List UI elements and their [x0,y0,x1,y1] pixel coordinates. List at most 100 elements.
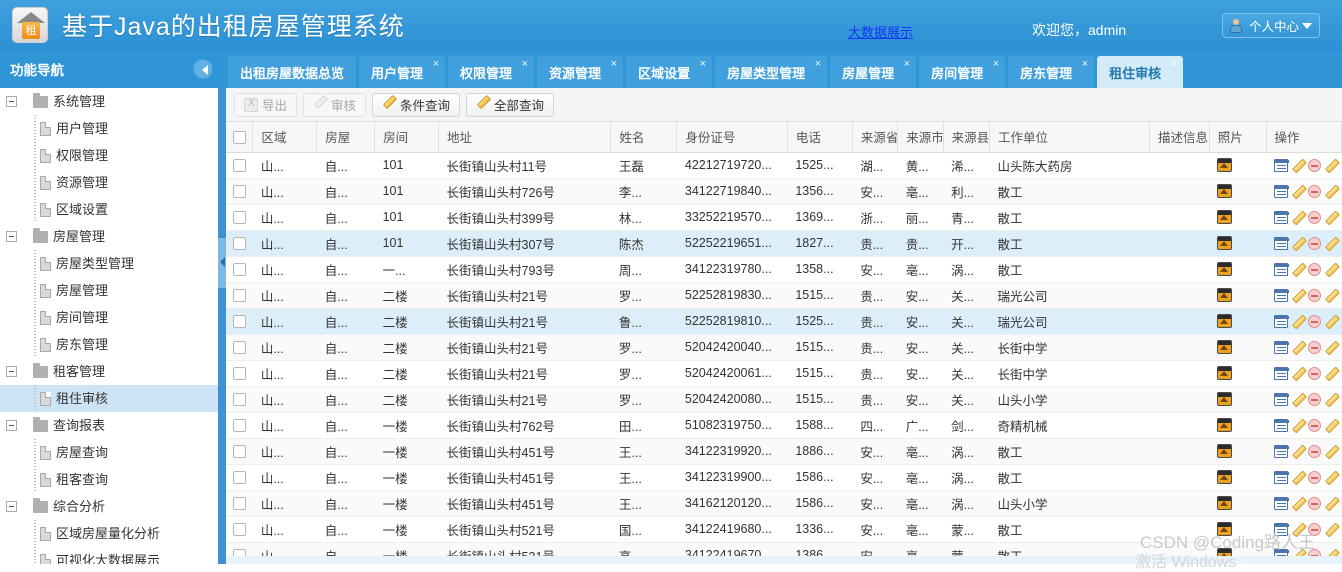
big-data-link[interactable]: 大数据展示 [848,22,913,41]
delete-icon[interactable] [1308,366,1322,380]
table-row[interactable]: 山... 自... 二楼 长街镇山头村21号 罗... 52042420061... 151… [226,360,1342,387]
cell-photo[interactable] [1209,360,1267,387]
audit-pencil-icon[interactable] [1324,340,1338,354]
sidebar-item-8[interactable]: 房间管理 [0,304,218,331]
audit-pencil-icon[interactable] [1324,314,1338,328]
sidebar-item-14[interactable]: 租客查询 [0,466,218,493]
delete-icon[interactable] [1308,184,1322,198]
audit-pencil-icon[interactable] [1324,262,1338,276]
sidebar-item-10[interactable]: 租客管理 [0,358,218,385]
audit-pencil-icon[interactable] [1324,444,1338,458]
edit-icon[interactable] [1291,522,1305,536]
image-thumb-icon[interactable] [1217,184,1233,199]
table-row[interactable]: 山... 自... 101 长街镇山头村11号 王磊 42212719720... 1525… [226,152,1342,179]
tab-close-icon[interactable]: × [522,58,528,70]
sidebar-item-4[interactable]: 区域设置 [0,196,218,223]
row-checkbox[interactable] [232,419,246,433]
row-checkbox[interactable] [232,159,246,173]
tree-collapse-icon[interactable] [6,501,17,512]
row-checkbox[interactable] [232,263,246,277]
table-row[interactable]: 山... 自... 101 长街镇山头村399号 林... 33252219570... 1… [226,204,1342,231]
row-select-cell[interactable] [226,386,253,413]
table-row[interactable]: 山... 自... 二楼 长街镇山头村21号 罗... 52042420080... 151… [226,386,1342,413]
audit-pencil-icon[interactable] [1324,366,1338,380]
row-select-cell[interactable] [226,334,253,361]
sidebar-item-11[interactable]: 租住审核 [0,385,218,412]
sidebar-item-3[interactable]: 资源管理 [0,169,218,196]
sidebar-item-7[interactable]: 房屋管理 [0,277,218,304]
tree-collapse-icon[interactable] [6,366,17,377]
row-select-cell[interactable] [226,490,253,517]
splitter-collapse-handle[interactable] [218,238,226,288]
audit-pencil-icon[interactable] [1324,392,1338,406]
tab-4[interactable]: 区域设置 × [626,56,713,88]
table-row[interactable]: 山... 自... 101 长街镇山头村726号 李... 34122719840... 1… [226,178,1342,205]
edit-icon[interactable] [1291,158,1305,172]
tab-8[interactable]: 房东管理 × [1008,56,1095,88]
image-thumb-icon[interactable] [1217,340,1233,355]
image-thumb-icon[interactable] [1217,418,1233,433]
row-select-cell[interactable] [226,230,253,257]
row-checkbox[interactable] [232,393,246,407]
delete-icon[interactable] [1308,496,1322,510]
edit-icon[interactable] [1291,392,1305,406]
table-row[interactable]: 山... 自... 二楼 长街镇山头村21号 罗... 52042420040... 151… [226,334,1342,361]
delete-icon[interactable] [1308,236,1322,250]
delete-icon[interactable] [1308,340,1322,354]
detail-icon[interactable] [1274,288,1290,302]
tab-close-icon[interactable]: × [993,58,999,70]
row-select-cell[interactable] [226,516,253,543]
delete-icon[interactable] [1308,392,1322,406]
edit-icon[interactable] [1291,288,1305,302]
cell-photo[interactable] [1209,386,1267,413]
row-checkbox[interactable] [232,523,246,537]
detail-icon[interactable] [1274,392,1290,406]
tree-collapse-icon[interactable] [6,231,17,242]
image-thumb-icon[interactable] [1217,288,1233,303]
row-checkbox[interactable] [232,497,246,511]
detail-icon[interactable] [1274,496,1290,510]
sidebar-item-6[interactable]: 房屋类型管理 [0,250,218,277]
delete-icon[interactable] [1308,288,1322,302]
tab-close-icon[interactable]: × [1082,58,1088,70]
tree-collapse-icon[interactable] [6,420,17,431]
audit-pencil-icon[interactable] [1324,288,1338,302]
cell-photo[interactable] [1209,178,1267,205]
row-select-cell[interactable] [226,308,253,335]
edit-icon[interactable] [1291,470,1305,484]
image-thumb-icon[interactable] [1217,314,1233,329]
audit-pencil-icon[interactable] [1324,158,1338,172]
detail-icon[interactable] [1274,366,1290,380]
cell-photo[interactable] [1209,308,1267,335]
delete-icon[interactable] [1308,262,1322,276]
image-thumb-icon[interactable] [1217,392,1233,407]
delete-icon[interactable] [1308,418,1322,432]
tab-2[interactable]: 权限管理 × [448,56,535,88]
sidebar-item-2[interactable]: 权限管理 [0,142,218,169]
tab-3[interactable]: 资源管理 × [537,56,624,88]
row-checkbox[interactable] [232,211,246,225]
detail-icon[interactable] [1274,444,1290,458]
user-center-button[interactable]: 个人中心 [1222,13,1320,38]
sidebar-item-1[interactable]: 用户管理 [0,115,218,142]
tab-close-icon[interactable]: × [1171,58,1177,70]
sidebar-item-13[interactable]: 房屋查询 [0,439,218,466]
row-select-cell[interactable] [226,360,253,387]
edit-icon[interactable] [1291,418,1305,432]
image-thumb-icon[interactable] [1217,470,1233,485]
audit-pencil-icon[interactable] [1324,470,1338,484]
edit-icon[interactable] [1291,236,1305,250]
table-row[interactable]: 山... 自... 一... 长街镇山头村793号 周... 34122319780...… [226,256,1342,283]
image-thumb-icon[interactable] [1217,262,1233,277]
sidebar-item-15[interactable]: 综合分析 [0,493,218,520]
edit-icon[interactable] [1291,262,1305,276]
image-thumb-icon[interactable] [1217,366,1233,381]
detail-icon[interactable] [1274,236,1290,250]
row-checkbox[interactable] [232,289,246,303]
delete-icon[interactable] [1308,444,1322,458]
detail-icon[interactable] [1274,522,1290,536]
tab-1[interactable]: 用户管理 × [359,56,446,88]
tab-7[interactable]: 房间管理 × [919,56,1006,88]
image-thumb-icon[interactable] [1217,496,1233,511]
row-checkbox[interactable] [232,237,246,251]
